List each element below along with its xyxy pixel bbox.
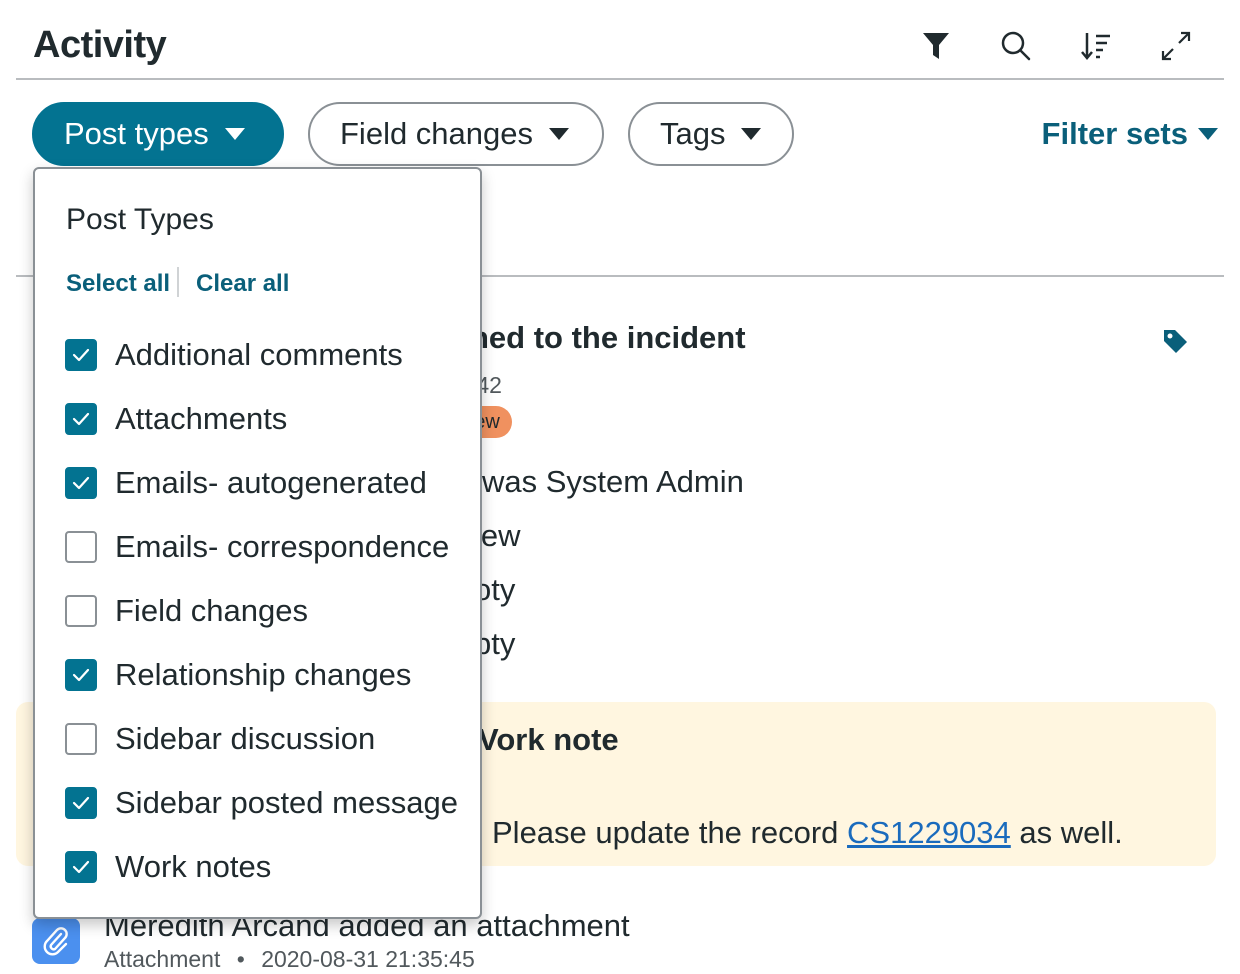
caret-down-icon: [549, 128, 570, 140]
checkmark-icon: [72, 668, 90, 682]
checkbox-checked[interactable]: [65, 403, 97, 435]
caret-down-icon: [1198, 128, 1218, 140]
post-type-option-label: Sidebar posted message: [115, 785, 458, 820]
tags-filter-label: Tags: [660, 116, 726, 151]
checkmark-icon: [72, 348, 90, 362]
field-changes-filter-label: Field changes: [340, 116, 534, 151]
work-note-text-after: as well.: [1010, 815, 1123, 850]
post-types-filter-label: Post types: [64, 116, 209, 151]
filter-sets-label: Filter sets: [1041, 116, 1188, 151]
attachment-entry-meta: Attachment • 2020-08-31 21:35:45: [104, 946, 475, 973]
work-note-title: Vork note: [478, 722, 619, 757]
checkbox-checked[interactable]: [65, 787, 97, 819]
post-type-option[interactable]: Emails- autogenerated: [65, 463, 427, 503]
dropdown-heading: Post Types: [66, 203, 214, 236]
post-type-option[interactable]: Emails- correspondence: [65, 527, 449, 567]
search-icon[interactable]: [998, 28, 1034, 64]
page-title: Activity: [33, 24, 167, 66]
checkmark-icon: [72, 796, 90, 810]
activity-entry-title: ned to the incident: [470, 320, 746, 355]
post-type-option[interactable]: Relationship changes: [65, 655, 411, 695]
post-type-option[interactable]: Additional comments: [65, 335, 403, 375]
checkbox-unchecked[interactable]: [65, 723, 97, 755]
post-type-option[interactable]: Sidebar discussion: [65, 719, 375, 759]
post-type-option-label: Emails- autogenerated: [115, 465, 427, 500]
checkbox-checked[interactable]: [65, 851, 97, 883]
checkbox-unchecked[interactable]: [65, 595, 97, 627]
work-note-text-before: Please update the record: [492, 815, 848, 850]
meta-separator: •: [236, 946, 245, 972]
post-type-option-label: Relationship changes: [115, 657, 412, 692]
activity-header: Activity: [16, 0, 1224, 80]
filter-sets-button[interactable]: Filter sets: [1042, 116, 1218, 152]
record-link[interactable]: CS1229034: [847, 815, 1011, 850]
post-type-option[interactable]: Sidebar posted message: [65, 783, 458, 823]
checkmark-icon: [72, 476, 90, 490]
attachment-time: 2020-08-31 21:35:45: [261, 946, 475, 972]
post-types-dropdown: Post Types Select all Clear all Addition…: [33, 167, 482, 919]
caret-down-icon: [224, 128, 245, 140]
post-type-option-label: Emails- correspondence: [115, 529, 450, 564]
post-type-option-label: Work notes: [115, 849, 272, 884]
post-type-option[interactable]: Field changes: [65, 591, 308, 631]
checkbox-checked[interactable]: [65, 339, 97, 371]
paperclip-icon: [32, 918, 80, 964]
select-all-link[interactable]: Select all: [66, 270, 170, 298]
work-note-text: Please update the record CS1229034 as we…: [492, 815, 1123, 851]
tags-filter-button[interactable]: Tags: [628, 102, 794, 166]
clear-all-link[interactable]: Clear all: [196, 270, 289, 298]
expand-icon[interactable]: [1158, 28, 1194, 64]
filter-icon[interactable]: [918, 28, 954, 64]
sort-icon[interactable]: [1078, 28, 1114, 64]
field-changes-filter-button[interactable]: Field changes: [308, 102, 604, 166]
post-type-option-label: Attachments: [115, 401, 288, 436]
checkbox-checked[interactable]: [65, 659, 97, 691]
link-separator: [177, 267, 179, 297]
checkmark-icon: [72, 412, 90, 426]
post-type-option[interactable]: Attachments: [65, 399, 287, 439]
tag-icon[interactable]: [1160, 326, 1190, 356]
post-type-option-label: Sidebar discussion: [115, 721, 376, 756]
attachment-type: Attachment: [104, 946, 221, 972]
post-type-option-label: Additional comments: [115, 337, 403, 372]
field-change-line: was System Admin: [482, 464, 744, 499]
checkbox-checked[interactable]: [65, 467, 97, 499]
checkmark-icon: [72, 860, 90, 874]
post-types-filter-button[interactable]: Post types: [32, 102, 284, 166]
caret-down-icon: [741, 128, 762, 140]
post-type-option[interactable]: Work notes: [65, 847, 271, 887]
checkbox-unchecked[interactable]: [65, 531, 97, 563]
post-type-option-label: Field changes: [115, 593, 309, 628]
